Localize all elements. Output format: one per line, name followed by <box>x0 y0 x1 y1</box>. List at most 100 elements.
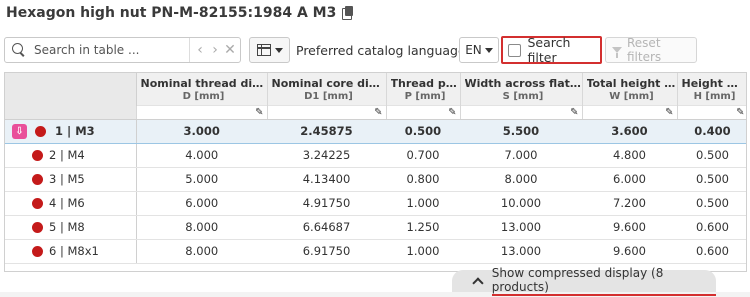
status-dot-icon <box>32 221 43 233</box>
language-select[interactable]: EN <box>459 37 499 63</box>
search-prev-icon[interactable]: ‹ <box>194 42 206 58</box>
table-cell: 3.000 <box>136 118 267 144</box>
column-header[interactable]: Nominal core diam...D1 [mm] <box>267 73 387 105</box>
chevron-down-icon <box>484 47 493 53</box>
table-cell: 8.000 <box>136 239 267 264</box>
column-settings-button[interactable] <box>249 37 290 63</box>
toolbar: ‹ › ✕ Preferred catalog language EN Sear… <box>4 35 746 65</box>
column-filter-cell[interactable]: ✎ <box>136 104 268 120</box>
title-row: Hexagon high nut PN-M-82155:1984 A M3 <box>6 3 354 23</box>
download-icon[interactable]: ⇩ <box>12 123 27 139</box>
table-cell: 13.000 <box>460 239 582 264</box>
table-cell: 9.600 <box>582 239 677 264</box>
table-cell: 6.000 <box>582 167 677 192</box>
table-row[interactable]: ⇩ 1 | M3 3.000 2.45875 0.500 5.500 3.600… <box>5 118 746 144</box>
table-row[interactable]: 3 | M5 5.000 4.13400 0.800 8.000 6.000 0… <box>5 167 746 192</box>
table-row[interactable]: 2 | M4 4.000 3.24225 0.700 7.000 4.800 0… <box>5 143 746 168</box>
compress-label: Show compressed display (8 products) <box>491 266 716 296</box>
table-cell: 1.000 <box>386 239 460 264</box>
column-header[interactable]: Total height m...W [mm] <box>582 73 678 105</box>
row-header[interactable]: 3 | M5 <box>5 167 137 192</box>
language-value: EN <box>465 43 482 57</box>
status-dot-icon <box>32 197 43 209</box>
row-header[interactable]: 5 | M8 <box>5 215 137 240</box>
table-columns-icon <box>256 44 271 56</box>
pencil-icon[interactable]: ✎ <box>570 107 578 118</box>
column-header[interactable]: Height max.H [mm] <box>677 73 746 105</box>
reset-filters-button[interactable]: Reset filters <box>605 36 697 64</box>
column-header[interactable]: Nominal thread diam...D [mm] <box>136 73 268 105</box>
chevron-down-icon <box>274 47 283 53</box>
table-cell: 0.700 <box>386 143 460 168</box>
status-dot-icon <box>32 245 43 257</box>
reset-filters-label: Reset filters <box>627 36 662 64</box>
table-cell: 8.000 <box>136 215 267 240</box>
table-cell: 7.000 <box>460 143 582 168</box>
pencil-icon[interactable]: ✎ <box>665 107 673 118</box>
column-filter-cell[interactable]: ✎ <box>582 104 678 120</box>
table-cell: 6.91750 <box>267 239 386 264</box>
search-filter-label: Search filter <box>527 35 571 65</box>
table-cell: 4.91750 <box>267 191 386 216</box>
table-cell: 0.400 <box>677 118 746 144</box>
table-cell: 4.800 <box>582 143 677 168</box>
table-search-box: ‹ › ✕ <box>4 37 241 63</box>
table-cell: 10.000 <box>460 191 582 216</box>
search-clear-icon[interactable]: ✕ <box>224 42 236 58</box>
table-cell: 0.600 <box>677 239 746 264</box>
pencil-icon[interactable]: ✎ <box>255 107 263 118</box>
status-dot-icon <box>32 149 43 161</box>
table-cell: 8.000 <box>460 167 582 192</box>
row-header[interactable]: ⇩ 1 | M3 <box>5 118 137 144</box>
pencil-icon[interactable]: ✎ <box>448 107 456 118</box>
column-header[interactable]: Thread pitchP [mm] <box>386 73 461 105</box>
table-cell: 13.000 <box>460 215 582 240</box>
table-search-input[interactable] <box>34 43 174 57</box>
row-header-corner <box>5 73 137 105</box>
filter-icon <box>612 47 622 58</box>
table-cell: 4.000 <box>136 143 267 168</box>
column-filter-cell[interactable]: ✎ <box>460 104 583 120</box>
column-filter-cell[interactable]: ✎ <box>677 104 746 120</box>
search-filter-toggle[interactable]: Search filter <box>501 35 602 65</box>
table-cell: 3.24225 <box>267 143 386 168</box>
show-compressed-display-button[interactable]: Show compressed display (8 products) <box>452 266 716 296</box>
column-filter-cell[interactable]: ✎ <box>267 104 387 120</box>
table-cell: 0.500 <box>677 167 746 192</box>
table-cell: 5.500 <box>460 118 582 144</box>
status-dot-icon <box>35 125 46 137</box>
table-cell: 0.600 <box>677 215 746 240</box>
status-dot-icon <box>32 173 43 185</box>
table-cell: 1.250 <box>386 215 460 240</box>
table-cell: 0.500 <box>386 118 460 144</box>
table-cell: 1.000 <box>386 191 460 216</box>
table-cell: 0.500 <box>677 191 746 216</box>
table-cell: 0.500 <box>677 143 746 168</box>
filter-row-corner <box>5 105 137 120</box>
table-cell: 6.64687 <box>267 215 386 240</box>
column-header[interactable]: Width across flats ... S [mm] <box>460 73 583 105</box>
search-nav: ‹ › ✕ <box>189 38 240 62</box>
table-row[interactable]: 5 | M8 8.000 6.64687 1.250 13.000 9.600 … <box>5 215 746 240</box>
search-filter-checkbox[interactable] <box>508 43 521 57</box>
table-cell: 6.000 <box>136 191 267 216</box>
table-cell: 4.13400 <box>267 167 386 192</box>
table-cell: 0.800 <box>386 167 460 192</box>
table-cell: 7.200 <box>582 191 677 216</box>
search-next-icon[interactable]: › <box>209 42 221 58</box>
column-filter-cell[interactable]: ✎ <box>386 104 461 120</box>
pencil-icon[interactable]: ✎ <box>736 107 744 118</box>
chevron-up-icon <box>472 277 484 289</box>
search-icon <box>12 43 26 57</box>
product-table: Nominal thread diam...D [mm] Nominal cor… <box>4 72 747 272</box>
table-row[interactable]: 4 | M6 6.000 4.91750 1.000 10.000 7.200 … <box>5 191 746 216</box>
table-cell: 2.45875 <box>267 118 386 144</box>
row-header[interactable]: 6 | M8x1 <box>5 239 137 264</box>
copy-icon[interactable] <box>342 6 354 20</box>
row-header[interactable]: 2 | M4 <box>5 143 137 168</box>
row-header[interactable]: 4 | M6 <box>5 191 137 216</box>
table-cell: 9.600 <box>582 215 677 240</box>
pencil-icon[interactable]: ✎ <box>374 107 382 118</box>
table-cell: 3.600 <box>582 118 677 144</box>
table-row[interactable]: 6 | M8x1 8.000 6.91750 1.000 13.000 9.60… <box>5 239 746 264</box>
